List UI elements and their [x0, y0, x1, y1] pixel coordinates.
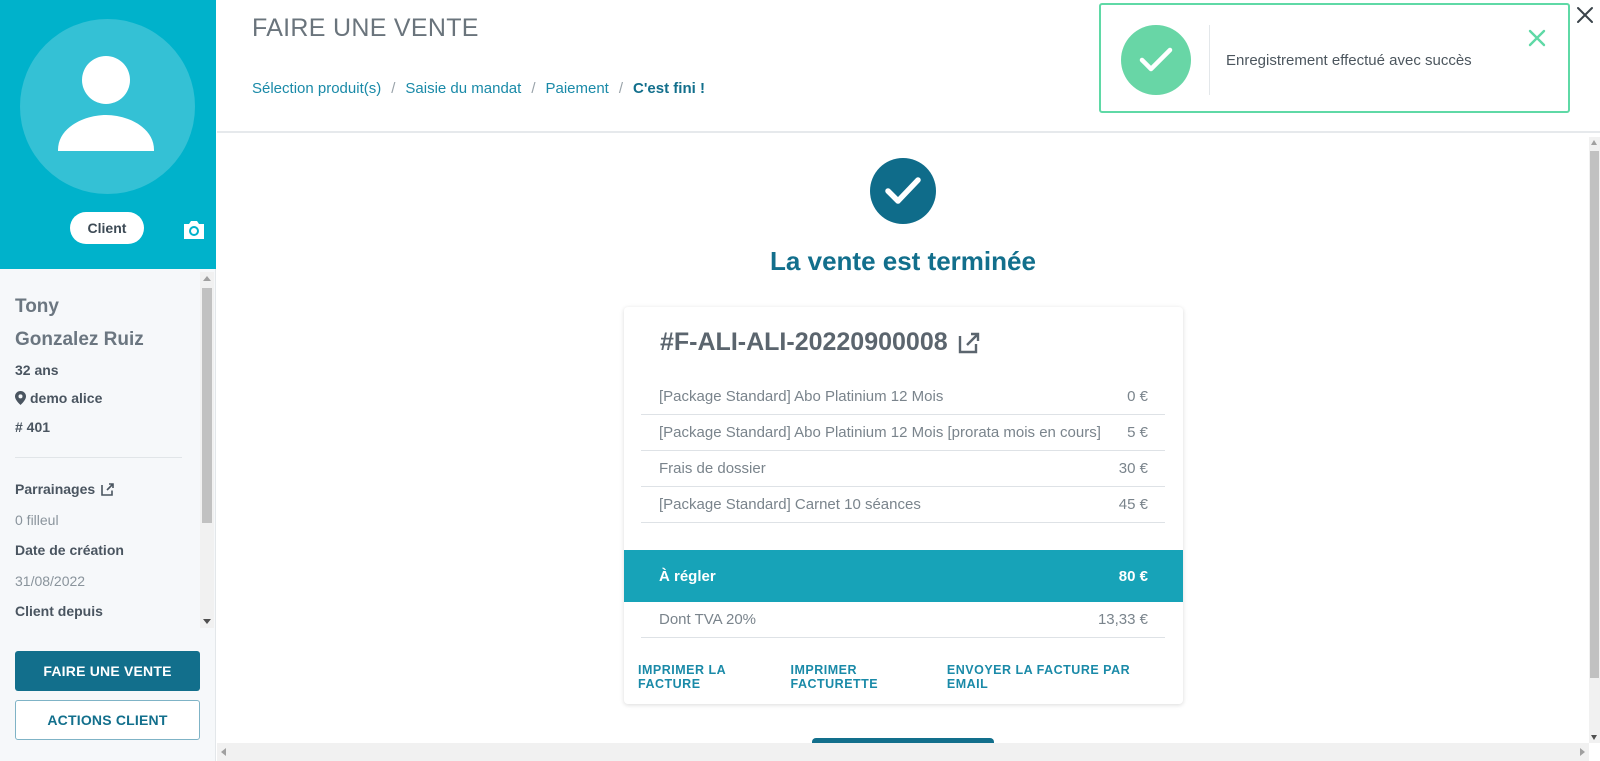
client-first-name: Tony: [15, 296, 59, 317]
sidebar-scrollbar[interactable]: [200, 272, 214, 628]
client-status-badge: Client: [70, 212, 144, 244]
scroll-up-arrow-icon[interactable]: [1591, 140, 1597, 145]
client-id: # 401: [15, 419, 50, 435]
sale-complete-content: La vente est terminée #F-ALI-ALI-2022090…: [217, 135, 1587, 743]
breadcrumb-step-products[interactable]: Sélection produit(s): [252, 80, 381, 97]
sidebar-scroll-thumb[interactable]: [202, 288, 212, 523]
main-horizontal-scrollbar[interactable]: [217, 743, 1589, 761]
invoice-number-text: #F-ALI-ALI-20220900008: [660, 328, 948, 356]
breadcrumb-step-payment[interactable]: Paiement: [545, 80, 608, 97]
referrals-value: 0 filleul: [15, 512, 59, 528]
invoice-line: [Package Standard] Carnet 10 séances 45 …: [641, 487, 1165, 523]
created-label: Date de création: [15, 542, 124, 558]
scroll-right-arrow-icon[interactable]: [1580, 748, 1585, 756]
sidebar-divider: [15, 457, 182, 458]
sale-success-badge: [870, 158, 936, 224]
invoice-line-label: [Package Standard] Abo Platinium 12 Mois…: [659, 424, 1101, 441]
invoice-total-value: 80 €: [1118, 567, 1148, 585]
camera-icon[interactable]: [182, 219, 206, 241]
breadcrumb-separator: /: [391, 80, 396, 97]
invoice-total-label: À régler: [659, 567, 716, 585]
external-link-icon[interactable]: [101, 482, 114, 496]
invoice-line-amount: 5 €: [1127, 424, 1148, 441]
created-value: 31/08/2022: [15, 573, 86, 589]
client-actions-button[interactable]: ACTIONS CLIENT: [15, 700, 200, 740]
scroll-up-arrow-icon[interactable]: [203, 276, 211, 281]
invoice-line-label: Frais de dossier: [659, 460, 766, 477]
breadcrumb-step-done: C'est fini !: [633, 80, 705, 97]
main-vertical-scrollbar[interactable]: [1589, 137, 1600, 743]
client-age-text: 32 ans: [15, 362, 59, 378]
invoice-tva-label: Dont TVA 20%: [659, 611, 757, 628]
avatar[interactable]: [20, 19, 195, 194]
client-location-text: demo alice: [30, 390, 103, 406]
breadcrumb: Sélection produit(s) / Saisie du mandat …: [252, 80, 705, 97]
scroll-down-arrow-icon[interactable]: [1591, 735, 1597, 740]
map-pin-icon: [15, 391, 26, 405]
external-link-icon[interactable]: [958, 332, 980, 354]
invoice-line-amount: 30 €: [1118, 460, 1148, 477]
breadcrumb-separator: /: [531, 80, 536, 97]
breadcrumb-step-mandate[interactable]: Saisie du mandat: [405, 80, 521, 97]
client-id-text: # 401: [15, 419, 51, 435]
toast-message: Enregistrement effectué avec succès: [1226, 52, 1472, 69]
invoice-total-row: À régler 80 €: [624, 550, 1183, 602]
profile-header: Client: [0, 0, 216, 269]
invoice-tva-row: Dont TVA 20% 13,33 €: [641, 602, 1165, 638]
page-title: FAIRE UNE VENTE: [252, 14, 479, 42]
sale-complete-title: La vente est terminée: [770, 246, 1036, 276]
client-last-name: Gonzalez Ruiz: [15, 329, 144, 350]
client-since-label: Client depuis: [15, 603, 103, 619]
invoice-card: #F-ALI-ALI-20220900008 [Package Standard…: [624, 307, 1183, 704]
client-location: demo alice: [15, 390, 102, 406]
main-scroll-thumb[interactable]: [1590, 151, 1599, 678]
invoice-line: [Package Standard] Abo Platinium 12 Mois…: [641, 379, 1165, 415]
invoice-line: [Package Standard] Abo Platinium 12 Mois…: [641, 415, 1165, 451]
invoice-tva-value: 13,33 €: [1097, 611, 1148, 628]
invoice-number[interactable]: #F-ALI-ALI-20220900008: [660, 328, 980, 357]
check-icon: [1139, 47, 1173, 72]
page-header: FAIRE UNE VENTE Sélection produit(s) / S…: [217, 0, 1600, 133]
print-invoice-button[interactable]: IMPRIMER LA FACTURE: [638, 663, 791, 691]
close-icon[interactable]: [1526, 27, 1548, 49]
referrals-label[interactable]: Parrainages: [15, 481, 114, 497]
client-sidebar: Client Tony Gonzalez Ruiz 32 ans demo al…: [0, 0, 216, 761]
success-toast: Enregistrement effectué avec succès: [1099, 3, 1570, 113]
scroll-down-arrow-icon[interactable]: [203, 619, 211, 624]
invoice-actions: IMPRIMER LA FACTURE IMPRIMER FACTURETTE …: [638, 663, 1173, 691]
toast-check-badge: [1121, 25, 1191, 95]
make-sale-button[interactable]: FAIRE UNE VENTE: [15, 651, 200, 691]
toast-divider: [1209, 25, 1210, 95]
email-invoice-button[interactable]: ENVOYER LA FACTURE PAR EMAIL: [947, 663, 1173, 691]
invoice-line-amount: 0 €: [1127, 388, 1148, 405]
close-icon[interactable]: [1574, 4, 1596, 26]
invoice-line: Frais de dossier 30 €: [641, 451, 1165, 487]
invoice-line-label: [Package Standard] Abo Platinium 12 Mois: [659, 388, 944, 405]
scroll-left-arrow-icon[interactable]: [221, 748, 226, 756]
referrals-label-text: Parrainages: [15, 481, 96, 497]
client-age: 32 ans: [15, 362, 59, 378]
person-icon: [58, 56, 154, 151]
print-receipt-button[interactable]: IMPRIMER FACTURETTE: [791, 663, 947, 691]
invoice-lines: [Package Standard] Abo Platinium 12 Mois…: [641, 379, 1165, 523]
invoice-line-label: [Package Standard] Carnet 10 séances: [659, 496, 921, 513]
breadcrumb-separator: /: [618, 80, 624, 97]
check-icon: [885, 177, 921, 204]
main-area: FAIRE UNE VENTE Sélection produit(s) / S…: [217, 0, 1600, 761]
invoice-line-amount: 45 €: [1118, 496, 1148, 513]
